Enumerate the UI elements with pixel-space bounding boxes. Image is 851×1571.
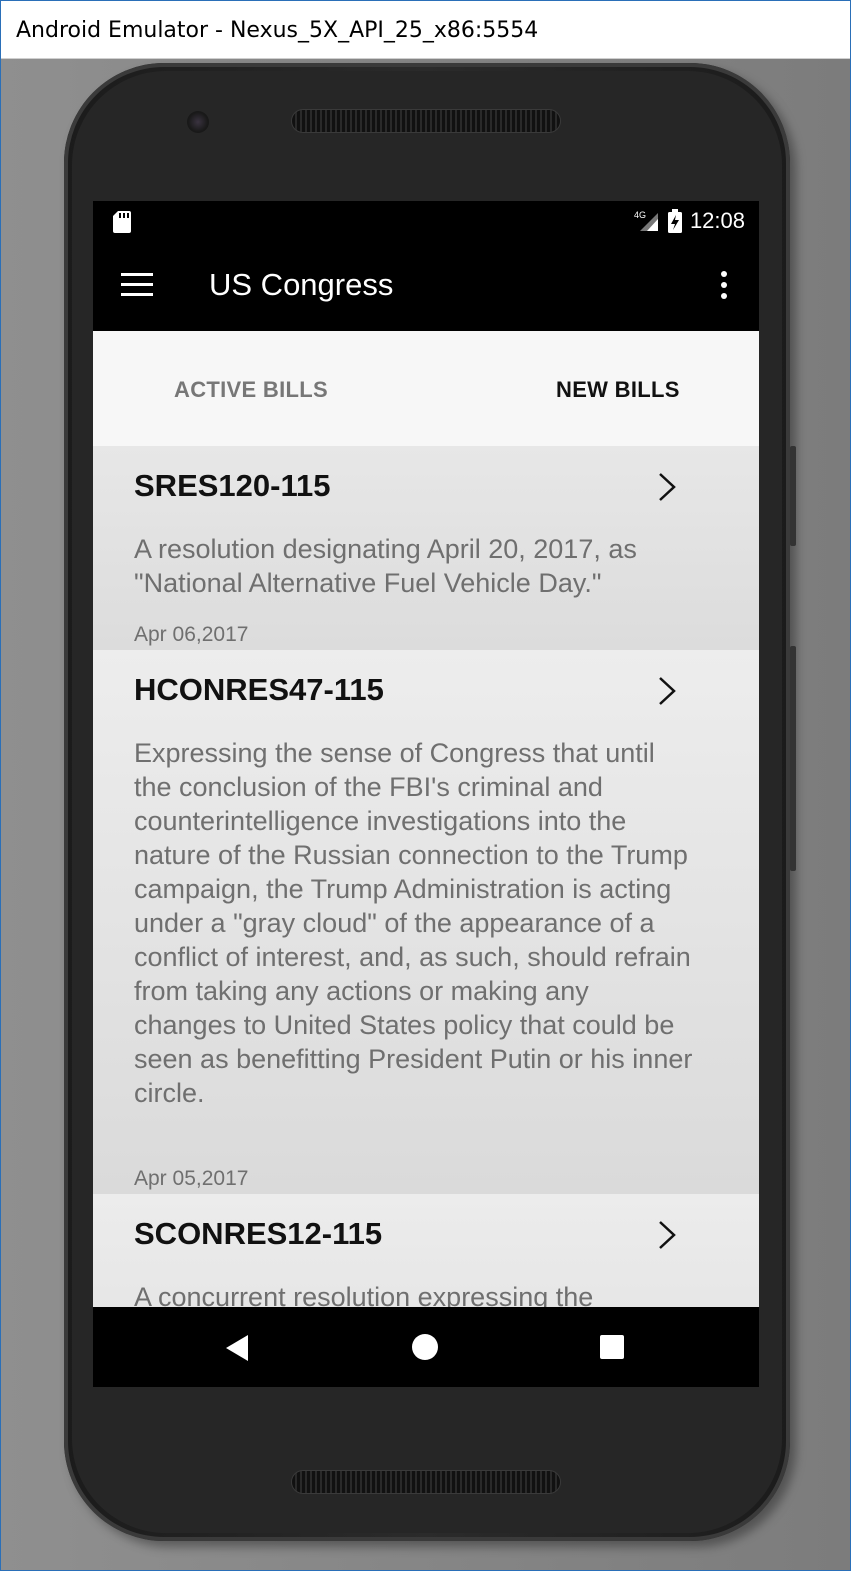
bill-description: Expressing the sense of Congress that un… (134, 738, 693, 1108)
app-bar: US Congress (93, 243, 759, 331)
list-item[interactable]: HCONRES47-115 Expressing the sense of Co… (93, 650, 759, 1194)
bill-description: A concurrent resolution expressing the (134, 1282, 594, 1307)
bill-id: HCONRES47-115 (134, 672, 384, 707)
status-clock: 12:08 (689, 208, 745, 233)
power-button[interactable] (790, 446, 796, 546)
battery-charging-icon (667, 209, 682, 233)
window-titlebar: Android Emulator - Nexus_5X_API_25_x86:5… (1, 1, 850, 59)
volume-button[interactable] (790, 646, 796, 871)
window-title: Android Emulator - Nexus_5X_API_25_x86:5… (16, 18, 539, 43)
chevron-right-icon[interactable] (657, 472, 677, 502)
recent-apps-icon[interactable] (600, 1335, 624, 1359)
status-bar: 4G 12:08 (93, 201, 759, 243)
home-icon[interactable] (412, 1334, 438, 1360)
bill-id: SRES120-115 (134, 468, 331, 503)
back-icon[interactable] (224, 1334, 250, 1362)
tab-active-bills[interactable]: ACTIVE BILLS (174, 377, 328, 403)
sd-card-icon (113, 211, 131, 233)
bill-tabs: ACTIVE BILLS NEW BILLS (93, 331, 759, 446)
signal-icon: 4G (634, 210, 658, 231)
hamburger-menu-icon[interactable] (121, 273, 153, 297)
more-vert-icon[interactable] (721, 271, 729, 301)
svg-text:4G: 4G (634, 210, 646, 220)
app-title: US Congress (209, 267, 394, 302)
chevron-right-icon[interactable] (657, 1220, 677, 1250)
bill-list[interactable]: SRES120-115 A resolution designating Apr… (93, 446, 759, 1307)
front-camera (187, 111, 209, 133)
emulator-window: Android Emulator - Nexus_5X_API_25_x86:5… (0, 0, 851, 1571)
bill-date: Apr 06,2017 (134, 623, 249, 646)
list-item[interactable]: SCONRES12-115 A concurrent resolution ex… (93, 1194, 759, 1307)
bill-date: Apr 05,2017 (134, 1167, 249, 1190)
bill-description: A resolution designating April 20, 2017,… (134, 534, 637, 598)
list-item[interactable]: SRES120-115 A resolution designating Apr… (93, 446, 759, 650)
tab-new-bills[interactable]: NEW BILLS (556, 377, 680, 403)
chevron-right-icon[interactable] (657, 676, 677, 706)
device-screen: 4G 12:08 US Congress ACTIVE BILLS NEW BI… (93, 201, 759, 1387)
bill-id: SCONRES12-115 (134, 1216, 383, 1251)
bottom-speaker (292, 1471, 560, 1493)
top-speaker (292, 110, 560, 132)
navigation-bar (93, 1307, 759, 1387)
